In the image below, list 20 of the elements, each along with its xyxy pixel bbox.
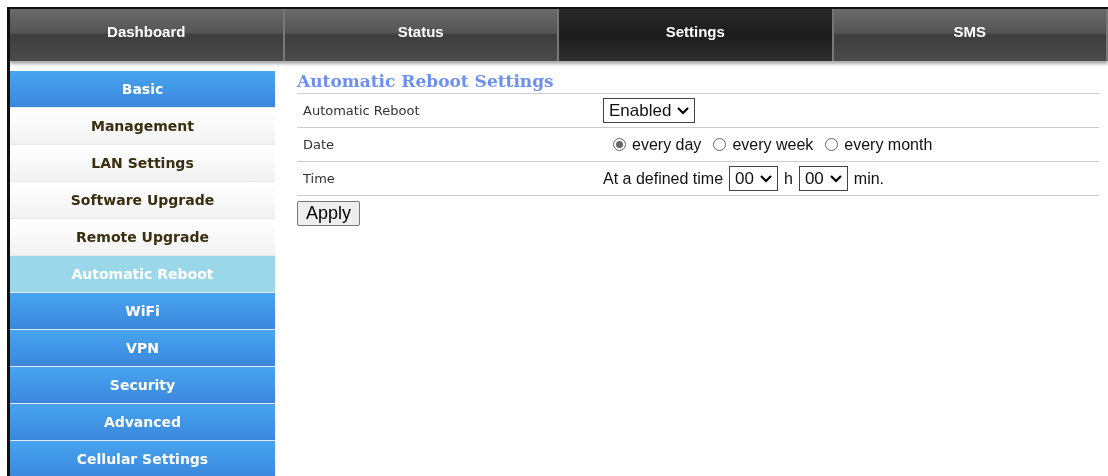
apply-button[interactable]: Apply — [297, 201, 361, 226]
chevron-down-icon — [677, 106, 690, 115]
radio-label: every week — [732, 135, 814, 154]
hour-unit: h — [784, 169, 793, 188]
field-label: Time — [302, 171, 336, 186]
section-title: Automatic Reboot Settings — [297, 71, 1099, 94]
chevron-down-icon — [829, 174, 842, 183]
field-label: Date — [302, 137, 336, 152]
hour-select[interactable]: 00 — [729, 166, 778, 191]
radio-label: every month — [844, 135, 933, 154]
time-prefix: At a defined time — [603, 169, 724, 188]
field-label: Automatic Reboot — [302, 103, 421, 118]
nav-tab[interactable]: Dashboard — [10, 9, 285, 61]
chevron-down-icon — [760, 174, 772, 183]
radio-label: every day — [632, 135, 702, 154]
minute-select[interactable]: 00 — [798, 166, 848, 191]
nav-tab[interactable]: SMS — [833, 9, 1108, 61]
reboot-select[interactable]: Enabled — [603, 98, 696, 123]
nav-tab[interactable]: Settings — [559, 9, 834, 61]
minute-unit: min. — [853, 169, 885, 188]
